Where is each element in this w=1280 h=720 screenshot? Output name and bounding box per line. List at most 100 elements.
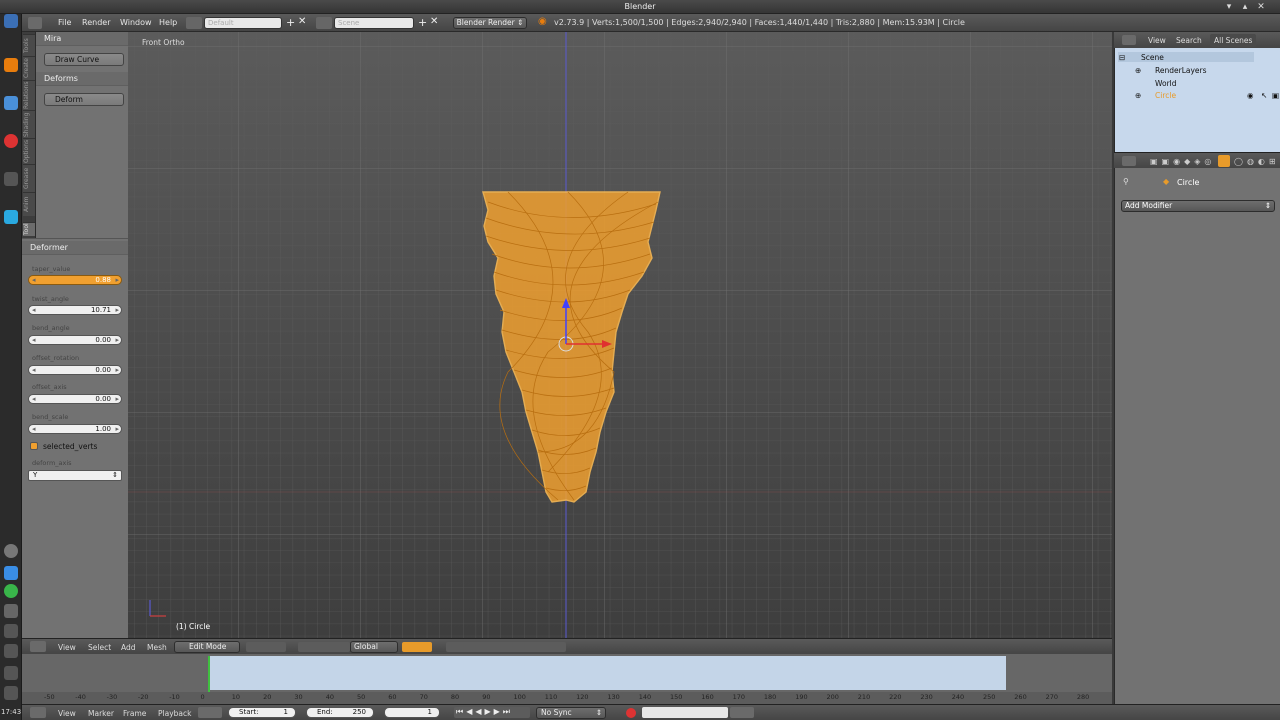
- current-frame-field[interactable]: 1: [384, 707, 440, 718]
- menu-select[interactable]: Select: [88, 643, 111, 652]
- editor-type-icon[interactable]: [28, 17, 42, 29]
- select-mode-buttons[interactable]: [402, 642, 432, 652]
- screen-layout-icon[interactable]: [186, 17, 202, 29]
- render-engine-select[interactable]: Blender Render ⇕: [453, 17, 527, 29]
- outliner-item-scene[interactable]: Scene: [1141, 53, 1164, 62]
- outliner-item-circle[interactable]: Circle: [1155, 91, 1176, 100]
- outliner-item-world[interactable]: World: [1155, 79, 1177, 88]
- panel-deforms-header[interactable]: Deforms: [36, 72, 128, 86]
- add-screen-icon[interactable]: +: [286, 16, 295, 29]
- deform-button[interactable]: Deform: [44, 93, 124, 106]
- scene-field[interactable]: Scene: [334, 17, 414, 29]
- offset-rotation-label: offset_rotation: [32, 354, 80, 362]
- outliner-menu-view[interactable]: View: [1148, 36, 1166, 45]
- menu-add[interactable]: Add: [121, 643, 136, 652]
- remove-screen-icon[interactable]: ✕: [298, 16, 306, 27]
- outliner-item-renderlayers[interactable]: RenderLayers: [1155, 66, 1207, 75]
- current-frame-cursor[interactable]: [208, 656, 210, 692]
- panel-mira-header[interactable]: Mira: [36, 32, 128, 46]
- properties-tabs-icons[interactable]: ▣▣◉◆◈◎: [1150, 157, 1215, 166]
- maximize-icon[interactable]: ▴: [1240, 2, 1250, 12]
- volume-icon[interactable]: [4, 644, 18, 658]
- taper-value-slider[interactable]: ◂ 0.88 ▸: [28, 275, 122, 285]
- chat-icon[interactable]: [4, 566, 18, 580]
- pin-icon[interactable]: ⚲: [1123, 177, 1129, 186]
- kde-menu-icon[interactable]: [4, 14, 18, 28]
- editor-type-icon[interactable]: [30, 707, 46, 718]
- remove-scene-icon[interactable]: ✕: [430, 16, 438, 27]
- 3d-viewport[interactable]: Front Ortho (1) Circle: [128, 32, 1112, 638]
- help-icon[interactable]: [4, 544, 18, 558]
- offset-rotation-slider[interactable]: ◂ 0.00 ▸: [28, 365, 122, 375]
- tab-anim[interactable]: Anim: [23, 192, 35, 216]
- terminal-icon[interactable]: [4, 172, 18, 186]
- minimize-icon[interactable]: ▾: [1224, 2, 1234, 12]
- scene-icon[interactable]: [316, 17, 332, 29]
- menu-frame[interactable]: Frame: [123, 709, 146, 718]
- selected-verts-checkbox[interactable]: [30, 442, 38, 450]
- menu-help[interactable]: Help: [159, 18, 177, 27]
- close-icon[interactable]: ✕: [1256, 2, 1266, 12]
- outliner-menu-search[interactable]: Search: [1176, 36, 1202, 45]
- properties-tabs-icons-right[interactable]: ◯◍◐⊞: [1234, 157, 1280, 166]
- tab-tool[interactable]: Tool: [23, 222, 35, 236]
- manipulator-buttons[interactable]: [298, 642, 350, 652]
- network-icon[interactable]: [4, 584, 18, 598]
- skype-icon[interactable]: [4, 210, 18, 224]
- bend-scale-slider[interactable]: ◂ 1.00 ▸: [28, 424, 122, 434]
- menu-view[interactable]: View: [58, 643, 76, 652]
- tab-grease[interactable]: Grease: [23, 164, 35, 192]
- deform-axis-select[interactable]: Y ⇕: [28, 470, 122, 481]
- keying-set-field[interactable]: [642, 707, 728, 718]
- visibility-eye-icon[interactable]: ◉: [1247, 91, 1254, 100]
- twist-angle-slider[interactable]: ◂ 10.71 ▸: [28, 305, 122, 315]
- menu-mesh[interactable]: Mesh: [147, 643, 167, 652]
- editor-type-icon[interactable]: [30, 641, 46, 652]
- menu-view[interactable]: View: [58, 709, 76, 718]
- tab-create[interactable]: Create: [23, 56, 35, 80]
- menu-marker[interactable]: Marker: [88, 709, 114, 718]
- browser-icon[interactable]: [4, 134, 18, 148]
- timeline[interactable]: -50 -40 -30 -20 -10 0 10 20 30 40 50 60 70 80 90 100 110…: [22, 654, 1112, 704]
- outliner-expand-icon[interactable]: ⊕: [1135, 91, 1141, 100]
- start-frame-field[interactable]: Start: 1: [228, 707, 296, 718]
- tab-options[interactable]: Options: [23, 138, 35, 164]
- sync-select[interactable]: No Sync ⇕: [536, 707, 606, 719]
- record-icon[interactable]: [626, 708, 636, 718]
- end-frame-field[interactable]: End: 250: [306, 707, 374, 718]
- outliner-expand-icon[interactable]: ⊕: [1135, 66, 1141, 75]
- tab-tools[interactable]: Tools: [23, 34, 35, 56]
- orientation-select[interactable]: Global: [350, 641, 398, 653]
- draw-curve-button[interactable]: Draw Curve: [44, 53, 124, 66]
- select-arrow-icon[interactable]: ↖: [1261, 91, 1267, 100]
- tab-relations[interactable]: Relations: [23, 80, 35, 110]
- modifier-tab-icon[interactable]: [1218, 155, 1230, 167]
- outliner-editor-icon[interactable]: [1122, 35, 1136, 45]
- keyboard-layout-icon[interactable]: [4, 666, 18, 680]
- screen-layout-field[interactable]: Default: [204, 17, 282, 29]
- bluetooth-icon[interactable]: [4, 624, 18, 638]
- menu-window[interactable]: Window: [120, 18, 152, 27]
- keyframe-buttons[interactable]: [730, 707, 754, 718]
- preview-range-icon[interactable]: [198, 707, 222, 718]
- offset-axis-slider[interactable]: ◂ 0.00 ▸: [28, 394, 122, 404]
- properties-editor-icon[interactable]: [1122, 156, 1136, 166]
- menu-render[interactable]: Render: [82, 18, 110, 27]
- operator-panel-header[interactable]: Deformer: [22, 241, 128, 255]
- tab-shading[interactable]: Shading: [23, 110, 35, 138]
- file-manager-icon[interactable]: [4, 96, 18, 110]
- add-modifier-select[interactable]: Add Modifier ⇕: [1121, 200, 1275, 212]
- bend-angle-slider[interactable]: ◂ 0.00 ▸: [28, 335, 122, 345]
- settings-icon[interactable]: [4, 604, 18, 618]
- shading-select[interactable]: [246, 642, 286, 652]
- add-scene-icon[interactable]: +: [418, 16, 427, 29]
- clipboard-icon[interactable]: [4, 686, 18, 700]
- menu-playback[interactable]: Playback: [158, 709, 191, 718]
- menu-file[interactable]: File: [58, 18, 71, 27]
- blender-app-icon[interactable]: [4, 58, 18, 72]
- render-camera-icon[interactable]: ▣: [1272, 91, 1279, 100]
- mode-select[interactable]: Edit Mode: [174, 641, 240, 653]
- outliner-display-select[interactable]: All Scenes: [1210, 34, 1257, 47]
- playback-controls[interactable]: ⏮◀◀▶▶⏭: [454, 707, 530, 718]
- snap-proportional-buttons[interactable]: [446, 642, 566, 652]
